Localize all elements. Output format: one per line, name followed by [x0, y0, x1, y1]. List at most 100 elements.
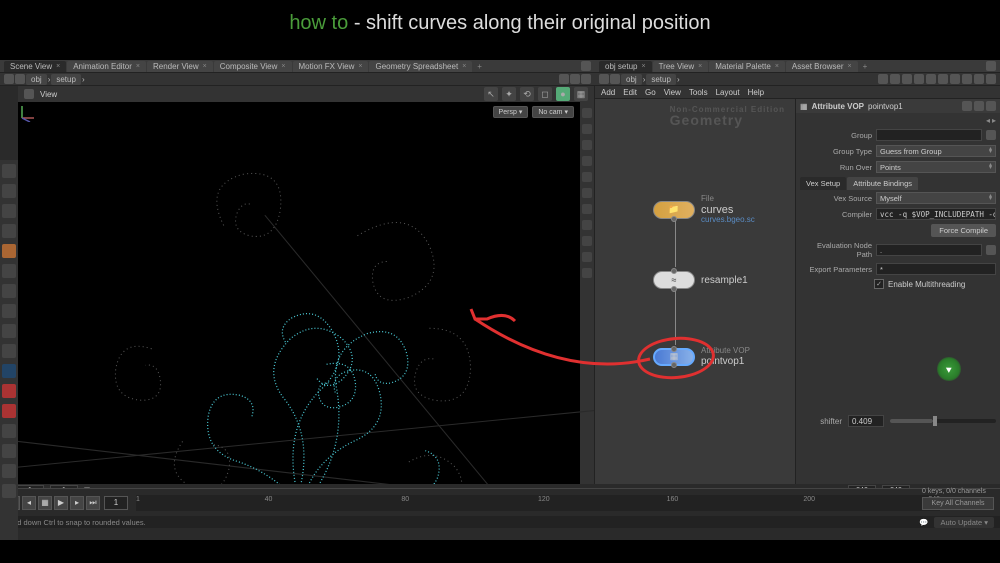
close-icon[interactable]: ×: [698, 63, 702, 70]
tool-button[interactable]: [2, 284, 16, 298]
tool-button[interactable]: [2, 304, 16, 318]
tab-anim-editor[interactable]: Animation Editor×: [67, 61, 146, 72]
pin-icon[interactable]: [599, 74, 609, 84]
tab-composite-view[interactable]: Composite View×: [214, 61, 292, 72]
net-icon[interactable]: [986, 74, 996, 84]
net-icon[interactable]: [926, 74, 936, 84]
timeline-track[interactable]: 1 40 80 120 160 200 240: [136, 495, 940, 511]
close-icon[interactable]: ×: [358, 63, 362, 70]
menu-add[interactable]: Add: [601, 88, 615, 97]
key-all-button[interactable]: Key All Channels: [922, 497, 994, 510]
nav-next-icon[interactable]: ▸: [992, 116, 996, 125]
info-icon[interactable]: [986, 101, 996, 111]
tool-button[interactable]: [2, 164, 16, 178]
menu-tools[interactable]: Tools: [689, 88, 708, 97]
play-back-button[interactable]: ▦: [38, 496, 52, 510]
net-icon[interactable]: [950, 74, 960, 84]
tool-button[interactable]: [2, 384, 16, 398]
menu-help[interactable]: Help: [748, 88, 764, 97]
group-picker-icon[interactable]: [986, 130, 996, 140]
tool-button[interactable]: [2, 264, 16, 278]
vp-tool-icon[interactable]: ↖: [484, 87, 498, 101]
path-picker-icon[interactable]: [986, 245, 996, 255]
help-icon[interactable]: [974, 101, 984, 111]
tool-button[interactable]: [2, 344, 16, 358]
node-file[interactable]: 📁 File curves curves.bgeo.sc: [653, 195, 755, 225]
chat-icon[interactable]: 💬: [919, 518, 928, 527]
tool-button[interactable]: [2, 224, 16, 238]
net-icon[interactable]: [962, 74, 972, 84]
nav-icon[interactable]: [610, 74, 620, 84]
toolbar-icon[interactable]: [581, 74, 591, 84]
update-mode-select[interactable]: Auto Update ▾: [934, 517, 994, 528]
menu-edit[interactable]: Edit: [623, 88, 637, 97]
tool-button[interactable]: [2, 184, 16, 198]
run-over-select[interactable]: Points▴▾: [876, 161, 996, 173]
crumb-setup[interactable]: setup: [51, 74, 81, 85]
shifter-value-field[interactable]: 0.409: [848, 415, 884, 427]
tool-button[interactable]: [2, 444, 16, 458]
prev-frame-button[interactable]: ◂: [22, 496, 36, 510]
net-icon[interactable]: [974, 74, 984, 84]
tab-scene-view[interactable]: Scene View×: [4, 61, 66, 72]
tab-material-palette[interactable]: Material Palette×: [709, 61, 785, 72]
force-compile-button[interactable]: Force Compile: [931, 224, 996, 237]
pin-icon[interactable]: [4, 74, 14, 84]
tab-asset-browser[interactable]: Asset Browser×: [786, 61, 858, 72]
view-menu-icon[interactable]: [24, 89, 34, 99]
close-icon[interactable]: ×: [56, 63, 60, 70]
network-editor[interactable]: Non-Commercial Edition Geometry 📁 File c…: [595, 99, 795, 516]
multithread-checkbox[interactable]: ✓: [874, 279, 884, 289]
net-icon[interactable]: [902, 74, 912, 84]
menu-view[interactable]: View: [664, 88, 681, 97]
close-icon[interactable]: ×: [775, 63, 779, 70]
tool-button[interactable]: [2, 464, 16, 478]
tool-button[interactable]: [2, 364, 16, 378]
group-field[interactable]: [876, 129, 982, 141]
last-frame-button[interactable]: ⏭: [86, 496, 100, 510]
next-frame-button[interactable]: ▸: [70, 496, 84, 510]
node-resample[interactable]: ≈ resample1: [653, 271, 748, 289]
toolbar-icon[interactable]: [570, 74, 580, 84]
net-icon[interactable]: [878, 74, 888, 84]
nav-icon[interactable]: [15, 74, 25, 84]
tab-vex-setup[interactable]: Vex Setup: [800, 177, 846, 190]
tool-button[interactable]: [2, 404, 16, 418]
display-toggle-icon[interactable]: ●: [556, 87, 570, 101]
tab-render-view[interactable]: Render View×: [147, 61, 213, 72]
menu-layout[interactable]: Layout: [716, 88, 740, 97]
close-icon[interactable]: ×: [203, 63, 207, 70]
add-tab-button[interactable]: +: [859, 61, 872, 72]
close-icon[interactable]: ×: [848, 63, 852, 70]
toolbar-icon[interactable]: [559, 74, 569, 84]
viewport-3d[interactable]: Persp▾ No cam▾: [18, 102, 594, 516]
compiler-field[interactable]: vcc -q $VOP_INCLUDEPATH -o $VOP_OBJ: [876, 208, 996, 220]
menu-go[interactable]: Go: [645, 88, 656, 97]
tab-obj-setup[interactable]: obj setup×: [599, 61, 652, 72]
pane-menu-icon[interactable]: [986, 61, 996, 71]
vp-tool-icon[interactable]: ⟲: [520, 87, 534, 101]
net-icon[interactable]: [890, 74, 900, 84]
close-icon[interactable]: ×: [281, 63, 285, 70]
crumb-obj[interactable]: obj: [26, 74, 47, 85]
tool-button[interactable]: [2, 204, 16, 218]
play-button[interactable]: ▶: [54, 496, 68, 510]
eval-path-field[interactable]: .: [876, 244, 982, 256]
add-tab-button[interactable]: +: [473, 61, 486, 72]
vp-tool-icon[interactable]: ✦: [502, 87, 516, 101]
tab-attr-bindings[interactable]: Attribute Bindings: [847, 177, 918, 190]
close-icon[interactable]: ×: [462, 63, 466, 70]
net-icon[interactable]: [914, 74, 924, 84]
close-icon[interactable]: ×: [136, 63, 140, 70]
vp-tool-icon[interactable]: ◻: [538, 87, 552, 101]
tool-button[interactable]: [2, 484, 16, 498]
pane-menu-icon[interactable]: [581, 61, 591, 71]
nav-prev-icon[interactable]: ◂: [986, 116, 990, 125]
gear-icon[interactable]: [962, 101, 972, 111]
vp-tool-icon[interactable]: ▦: [574, 87, 588, 101]
current-frame-field[interactable]: 1: [104, 496, 128, 510]
tab-tree-view[interactable]: Tree View×: [653, 61, 709, 72]
close-icon[interactable]: ×: [641, 63, 645, 70]
group-type-select[interactable]: Guess from Group▴▾: [876, 145, 996, 157]
export-field[interactable]: *: [876, 263, 996, 275]
